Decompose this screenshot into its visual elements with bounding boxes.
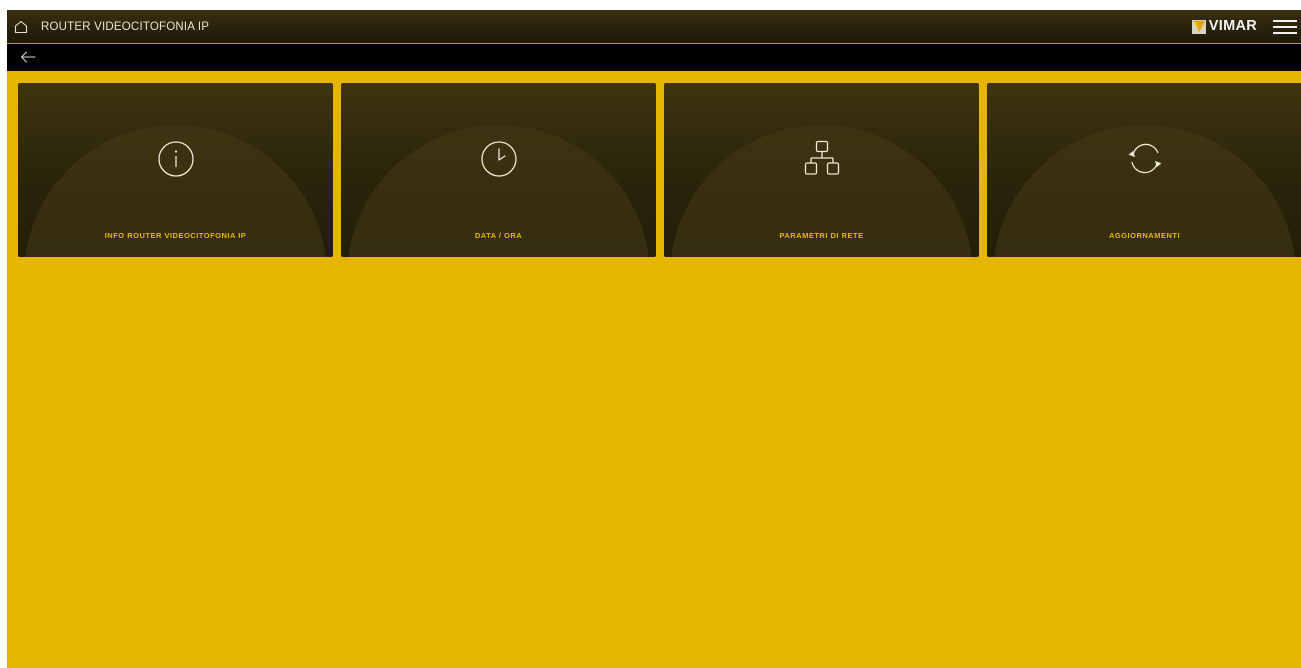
clock-icon — [480, 141, 517, 177]
navigation-bar — [7, 44, 1301, 71]
vimar-logo-icon — [1191, 19, 1206, 34]
tile-label: PARAMETRI DI RETE — [779, 231, 864, 240]
info-icon — [157, 141, 194, 177]
top-bar: ROUTER VIDEOCITOFONIA IP VIMAR — [7, 10, 1301, 44]
tile-data-ora[interactable]: DATA / ORA — [341, 83, 656, 257]
refresh-icon — [1128, 143, 1161, 174]
brand: VIMAR — [1191, 18, 1257, 35]
tile-label: AGGIORNAMENTI — [1108, 231, 1181, 240]
app-window: ROUTER VIDEOCITOFONIA IP VIMAR INFO ROUT… — [7, 10, 1301, 668]
brand-name: VIMAR — [1208, 18, 1257, 34]
tile-label: DATA / ORA — [474, 231, 523, 240]
tile-parametri-rete[interactable]: PARAMETRI DI RETE — [664, 83, 979, 257]
tile-label: INFO ROUTER VIDEOCITOFONIA IP — [104, 231, 247, 240]
tile-aggiornamenti[interactable]: AGGIORNAMENTI — [987, 83, 1301, 257]
network-icon — [804, 140, 839, 175]
home-icon[interactable] — [14, 20, 28, 34]
hamburger-menu-icon[interactable] — [1273, 19, 1297, 35]
back-arrow-icon[interactable] — [20, 51, 36, 63]
app-title: ROUTER VIDEOCITOFONIA IP — [41, 21, 210, 33]
tile-grid: INFO ROUTER VIDEOCITOFONIA IP DATA / ORA… — [18, 83, 1301, 257]
tile-info-router[interactable]: INFO ROUTER VIDEOCITOFONIA IP — [18, 83, 333, 257]
